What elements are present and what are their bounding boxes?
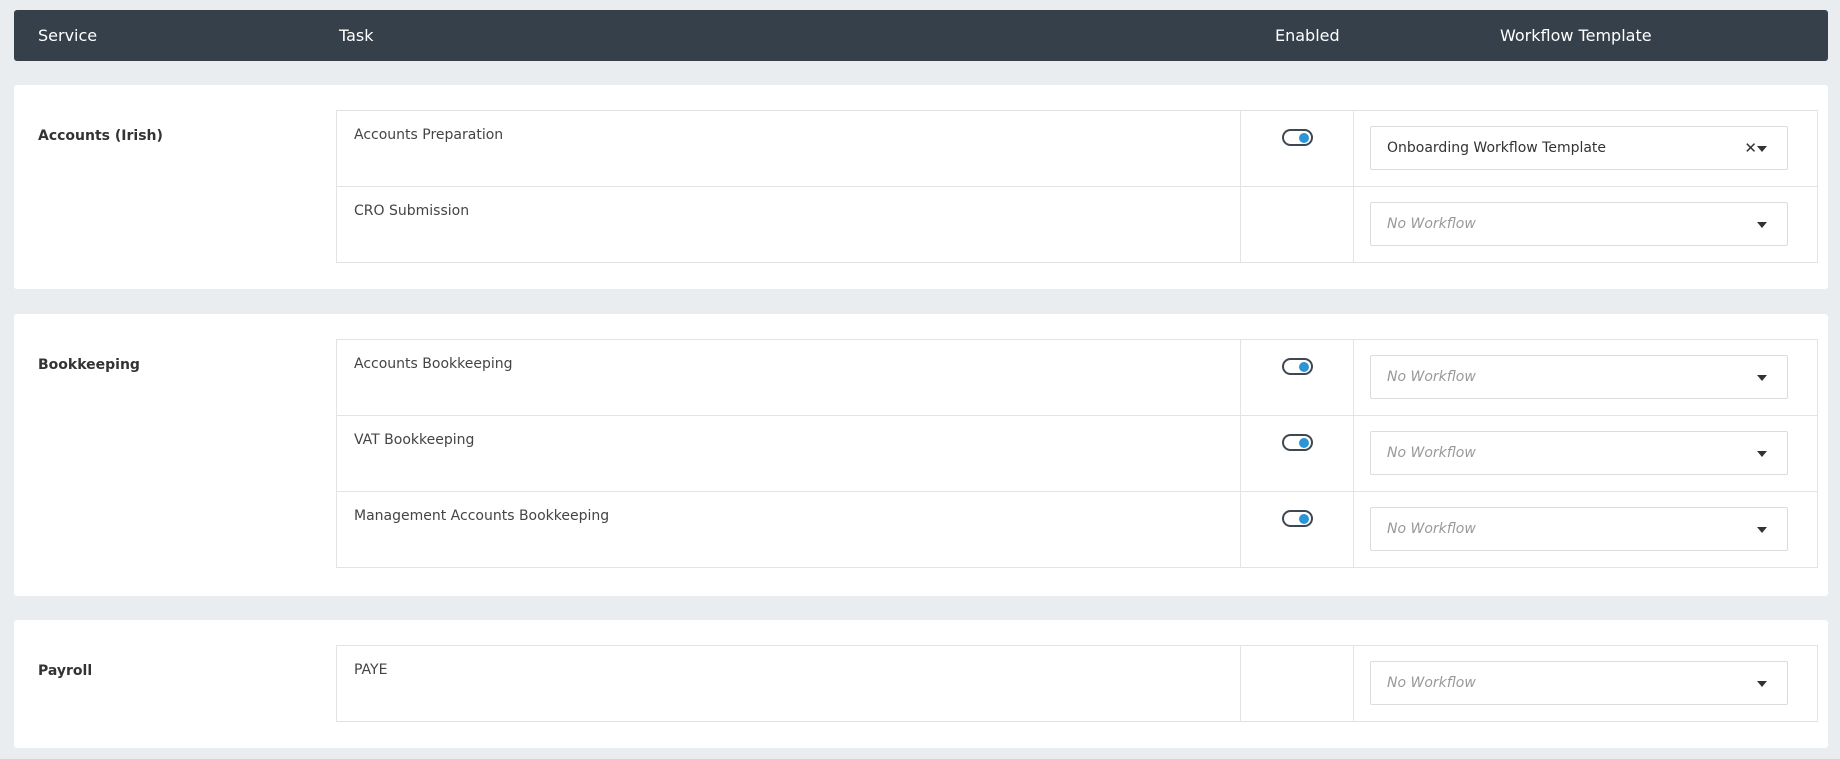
task-row: CRO Submission No Workflow <box>336 186 1818 263</box>
enabled-cell <box>1240 339 1354 416</box>
task-name: Accounts Bookkeeping <box>354 356 513 372</box>
toggle-knob <box>1299 438 1309 448</box>
toggle-knob <box>1299 514 1309 524</box>
enabled-cell <box>1240 110 1354 187</box>
chevron-down-icon[interactable] <box>1757 527 1767 533</box>
workflow-cell: Onboarding Workflow Template ✕ <box>1353 110 1818 187</box>
header-enabled: Enabled <box>1275 26 1340 45</box>
enabled-cell <box>1240 415 1354 492</box>
task-cell: Accounts Preparation <box>336 110 1241 187</box>
table-header: Service Task Enabled Workflow Template <box>14 10 1828 61</box>
enabled-toggle[interactable] <box>1282 358 1313 375</box>
workflow-cell: No Workflow <box>1353 645 1818 722</box>
chevron-down-icon[interactable] <box>1757 146 1767 152</box>
task-name: VAT Bookkeeping <box>354 432 475 448</box>
chevron-down-icon[interactable] <box>1757 451 1767 457</box>
toggle-knob <box>1299 362 1309 372</box>
service-section: Accounts (Irish) Accounts Preparation On… <box>14 85 1828 289</box>
task-cell: Accounts Bookkeeping <box>336 339 1241 416</box>
task-row: Management Accounts Bookkeeping No Workf… <box>336 491 1818 568</box>
task-table: Accounts Bookkeeping No Workflow VAT Boo… <box>336 339 1818 568</box>
enabled-cell <box>1240 645 1354 722</box>
header-task: Task <box>339 26 374 45</box>
task-cell: Management Accounts Bookkeeping <box>336 491 1241 568</box>
chevron-down-icon[interactable] <box>1757 222 1767 228</box>
workflow-cell: No Workflow <box>1353 415 1818 492</box>
service-section: Payroll PAYE No Workflow <box>14 620 1828 748</box>
workflow-settings-page: Service Task Enabled Workflow Template A… <box>0 0 1840 759</box>
task-cell: VAT Bookkeeping <box>336 415 1241 492</box>
task-name: PAYE <box>354 662 388 678</box>
service-name: Bookkeeping <box>38 357 140 373</box>
header-service: Service <box>38 26 98 45</box>
task-name: Management Accounts Bookkeeping <box>354 508 610 524</box>
workflow-template-select[interactable]: No Workflow <box>1370 202 1788 246</box>
workflow-template-select[interactable]: No Workflow <box>1370 507 1788 551</box>
task-row: PAYE No Workflow <box>336 645 1818 722</box>
task-cell: CRO Submission <box>336 186 1241 263</box>
workflow-select-value: Onboarding Workflow Template <box>1387 140 1607 156</box>
workflow-cell: No Workflow <box>1353 339 1818 416</box>
task-row: VAT Bookkeeping No Workflow <box>336 415 1818 492</box>
enabled-cell <box>1240 186 1354 263</box>
workflow-template-select[interactable]: No Workflow <box>1370 661 1788 705</box>
enabled-toggle[interactable] <box>1282 129 1313 146</box>
close-icon[interactable]: ✕ <box>1744 127 1757 169</box>
task-row: Accounts Preparation Onboarding Workflow… <box>336 110 1818 187</box>
header-workflow-template: Workflow Template <box>1500 26 1652 45</box>
workflow-select-placeholder: No Workflow <box>1387 521 1476 537</box>
task-name: Accounts Preparation <box>354 127 504 143</box>
workflow-template-select[interactable]: No Workflow <box>1370 431 1788 475</box>
task-row: Accounts Bookkeeping No Workflow <box>336 339 1818 416</box>
chevron-down-icon[interactable] <box>1757 375 1767 381</box>
chevron-down-icon[interactable] <box>1757 681 1767 687</box>
task-table: PAYE No Workflow <box>336 645 1818 722</box>
workflow-select-placeholder: No Workflow <box>1387 216 1476 232</box>
enabled-cell <box>1240 491 1354 568</box>
task-table: Accounts Preparation Onboarding Workflow… <box>336 110 1818 263</box>
workflow-cell: No Workflow <box>1353 186 1818 263</box>
task-cell: PAYE <box>336 645 1241 722</box>
task-name: CRO Submission <box>354 203 470 219</box>
enabled-toggle[interactable] <box>1282 434 1313 451</box>
workflow-select-placeholder: No Workflow <box>1387 445 1476 461</box>
enabled-toggle[interactable] <box>1282 510 1313 527</box>
workflow-select-placeholder: No Workflow <box>1387 369 1476 385</box>
workflow-cell: No Workflow <box>1353 491 1818 568</box>
service-section: Bookkeeping Accounts Bookkeeping No Work… <box>14 314 1828 596</box>
workflow-template-select[interactable]: Onboarding Workflow Template ✕ <box>1370 126 1788 170</box>
workflow-select-placeholder: No Workflow <box>1387 675 1476 691</box>
service-name: Payroll <box>38 663 93 679</box>
toggle-knob <box>1299 133 1309 143</box>
workflow-template-select[interactable]: No Workflow <box>1370 355 1788 399</box>
service-name: Accounts (Irish) <box>38 128 163 144</box>
